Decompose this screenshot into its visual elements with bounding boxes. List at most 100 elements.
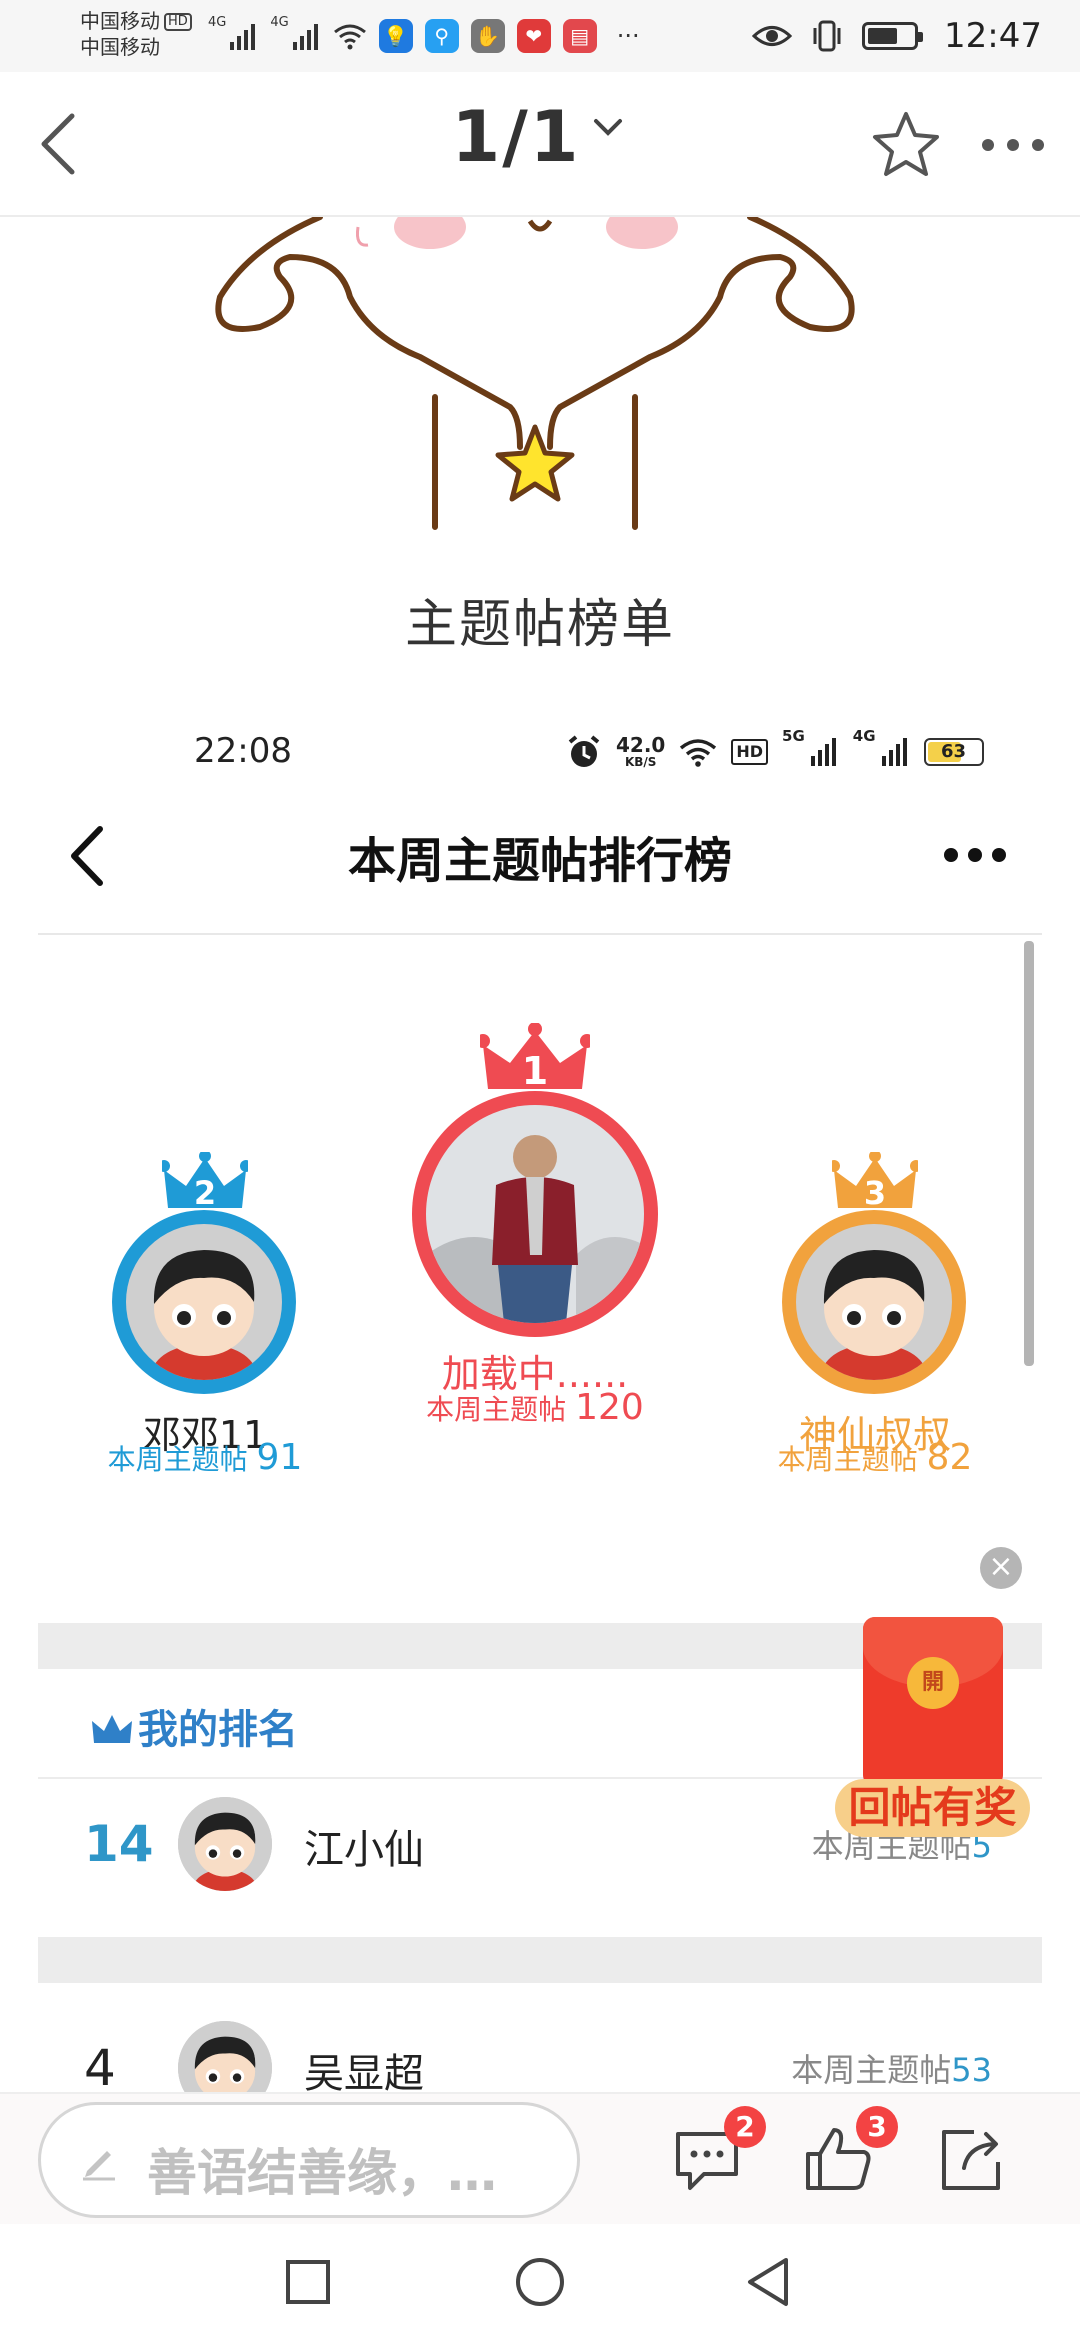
more-notifications-icon: ··· <box>616 22 640 50</box>
count-label: 本周主题帖 <box>107 1443 248 1476</box>
status-icons-left: 4G 4G 💡 ⚲ ✋ ❤ ▤ ··· <box>208 16 640 56</box>
eye-icon <box>752 26 793 46</box>
more-icon[interactable] <box>978 130 1048 160</box>
avatar <box>426 1105 644 1323</box>
signal-icon <box>810 738 836 766</box>
network-type-4g: 4G <box>852 727 876 745</box>
carrier-info: 中国移动 HD 中国移动 <box>80 8 192 60</box>
scrollbar[interactable] <box>1024 941 1034 1366</box>
podium-count-rank-2: 本周主题帖 91 <box>60 1437 350 1478</box>
network-type-1: 4G <box>208 15 227 30</box>
cartoon-avatar-icon <box>178 2021 272 2092</box>
share-icon <box>942 2130 1000 2190</box>
red-packet-coin: 開 <box>907 1657 959 1709</box>
red-packet-icon: 開 <box>863 1617 1003 1787</box>
rank-number: 1 <box>521 1049 549 1093</box>
network-speed-value: 42.0 <box>616 733 666 757</box>
user-name: 吴显超 <box>304 2051 424 2092</box>
caption-text: 主题帖榜单 <box>404 595 675 655</box>
crown-icon <box>92 1715 132 1743</box>
comment-toolbar: 善语结善缘，… 2 3 <box>0 2092 1080 2224</box>
signal-icon <box>881 738 907 766</box>
comments-button[interactable]: 2 <box>670 2106 766 2196</box>
like-button[interactable]: 3 <box>802 2106 898 2196</box>
rank-number: 14 <box>84 1815 154 1873</box>
inner-status-bar: 22:08 42.0 KB/S HD 5G 4G 63 <box>0 717 1080 787</box>
avatar-ring <box>412 1091 658 1337</box>
count-label: 本周主题帖 <box>426 1393 567 1426</box>
chevron-down-icon <box>594 119 623 136</box>
count-value: 82 <box>926 1437 973 1478</box>
rank-number: 4 <box>84 2039 116 2092</box>
carrier-1: 中国移动 <box>80 9 160 33</box>
page-indicator: 1/1 <box>451 96 581 178</box>
home-icon[interactable] <box>512 2254 568 2310</box>
avatar-ring <box>112 1210 296 1394</box>
divider <box>38 933 1042 935</box>
avatar <box>126 1224 282 1380</box>
user-name: 江小仙 <box>304 1827 424 1873</box>
alarm-icon <box>568 735 600 767</box>
battery-icon: 63 <box>923 738 984 766</box>
recent-apps-icon[interactable] <box>280 2254 336 2310</box>
red-packet-promo[interactable]: 開 回帖有奖 <box>835 1617 1030 1857</box>
carrier-2: 中国移动 <box>80 35 160 59</box>
podium-count-rank-3: 本周主题帖 82 <box>730 1437 1020 1478</box>
comment-placeholder: 善语结善缘，… <box>147 2144 497 2202</box>
cartoon-illustration <box>215 217 855 530</box>
status-time: 12:47 <box>944 16 1042 56</box>
cartoon-avatar-icon <box>796 1224 952 1380</box>
network-type-2: 4G <box>270 15 289 30</box>
wifi-icon <box>680 739 717 767</box>
list-item[interactable]: 4 吴显超 本周主题帖53 <box>38 2003 1042 2092</box>
count-value: 120 <box>575 1387 644 1428</box>
rank-number: 2 <box>193 1174 217 1212</box>
comment-input[interactable]: 善语结善缘，… <box>38 2102 580 2218</box>
inner-status-time: 22:08 <box>194 731 292 771</box>
count-label: 本周主题帖 <box>777 1443 918 1476</box>
back-triangle-icon[interactable] <box>740 2254 796 2310</box>
network-speed: 42.0 KB/S <box>616 735 665 769</box>
signal-icon <box>292 24 318 50</box>
rank-number: 3 <box>863 1174 887 1212</box>
hd-tag: HD <box>164 13 192 31</box>
avatar <box>178 1797 272 1891</box>
network-speed-unit: KB/S <box>624 755 657 769</box>
podium-rank-1[interactable]: 1 加载中...... <box>410 1023 660 1403</box>
inner-status-icons: 42.0 KB/S HD 5G 4G 63 <box>566 727 984 777</box>
hd-voice-icon: HD <box>731 739 769 765</box>
section-divider <box>38 1937 1042 1983</box>
avatar-ring <box>782 1210 966 1394</box>
vibrate-icon <box>813 20 841 52</box>
status-bar: 中国移动 HD 中国移动 4G 4G 💡 ⚲ ✋ ❤ ▤ ··· 12:47 <box>0 0 1080 72</box>
cartoon-avatar-icon <box>126 1224 282 1380</box>
share-button[interactable] <box>934 2122 1008 2196</box>
hand-app-icon: ✋ <box>470 19 505 53</box>
my-rank-heading-text: 我的排名 <box>138 1707 298 1753</box>
cartoon-avatar-icon <box>178 1797 272 1891</box>
count-value: 53 <box>951 2051 992 2089</box>
podium-rank-3[interactable]: 3 神仙叔叔 <box>780 1152 970 1457</box>
my-rank-heading: 我的排名 <box>90 1697 298 1755</box>
avatar <box>178 2021 272 2092</box>
status-icons-right: 12:47 <box>752 14 1042 58</box>
viewer-header: 1/1 <box>0 72 1080 217</box>
ranking-title: 本周主题帖排行榜 <box>347 833 732 889</box>
search-app-icon: ⚲ <box>424 19 459 53</box>
battery-level-text: 63 <box>941 741 967 762</box>
like-count-badge: 3 <box>856 2106 898 2148</box>
lightbulb-app-icon: 💡 <box>378 19 413 53</box>
post-count: 本周主题帖53 <box>791 2045 992 2091</box>
heart-app-icon: ❤ <box>516 19 551 53</box>
more-icon[interactable] <box>942 841 1008 869</box>
comment-count-badge: 2 <box>724 2106 766 2148</box>
count-value: 91 <box>256 1437 303 1478</box>
podium-count-rank-1: 本周主题帖 120 <box>390 1387 680 1428</box>
pencil-icon <box>83 2151 115 2181</box>
screenshot-viewer[interactable]: 主题帖榜单 22:08 42.0 KB/S HD 5G 4G 63 本周主题帖排行… <box>0 217 1080 2092</box>
network-type-5g: 5G <box>782 727 805 745</box>
star-icon[interactable] <box>870 108 942 180</box>
podium-rank-2[interactable]: 2 邓邓11 <box>110 1152 300 1457</box>
red-packet-label: 回帖有奖 <box>835 1779 1030 1837</box>
close-icon[interactable]: × <box>980 1547 1022 1589</box>
